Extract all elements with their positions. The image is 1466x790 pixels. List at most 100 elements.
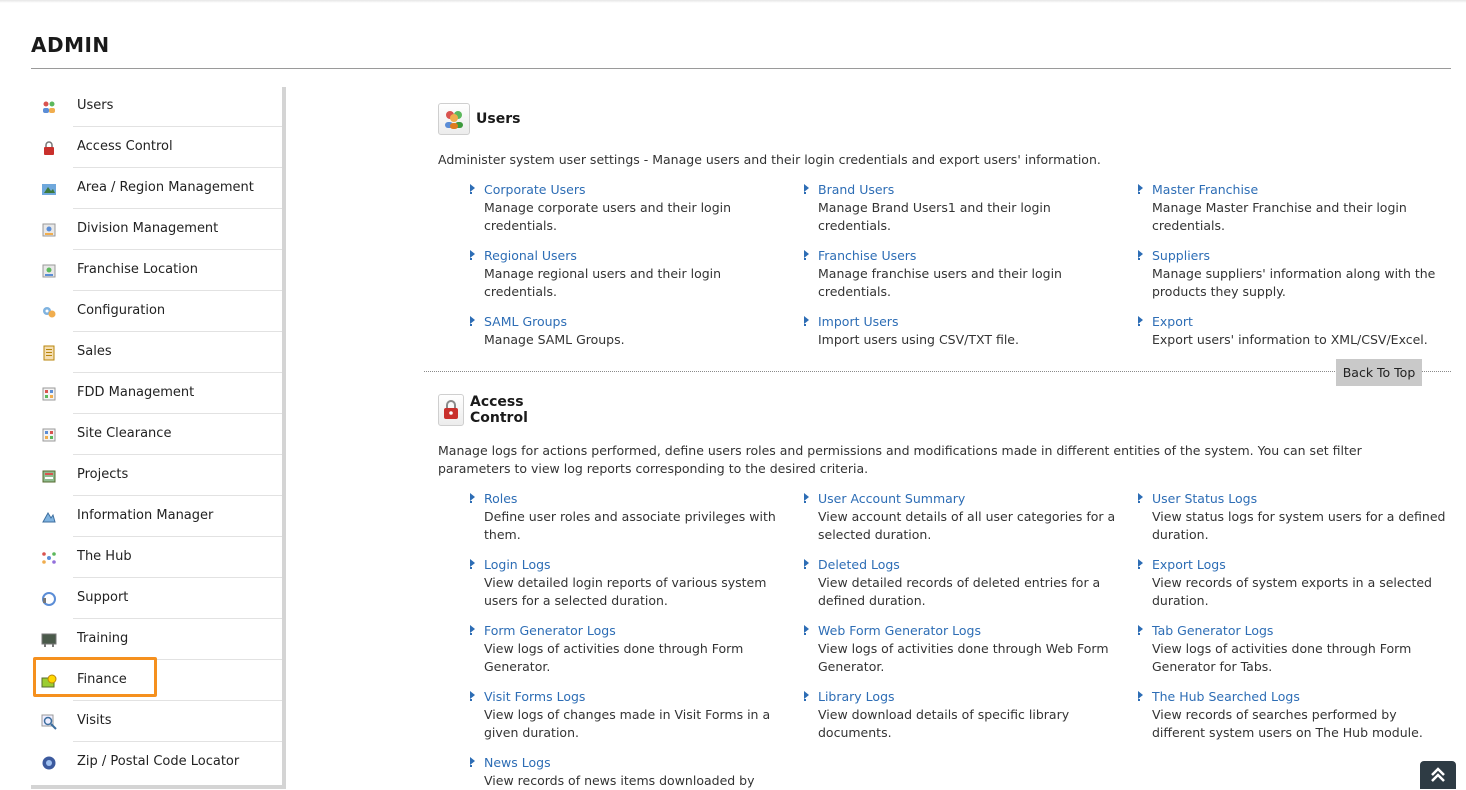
sidebar-item-sales[interactable]: Sales xyxy=(31,333,282,373)
sidebar-item-visits[interactable]: Visits xyxy=(31,702,282,742)
access-control-section-icon xyxy=(438,394,464,426)
export-link[interactable]: Export xyxy=(1152,313,1452,331)
divider xyxy=(73,454,282,455)
sidebar-item-label: Visits xyxy=(77,713,112,728)
news-logs-link[interactable]: News Logs xyxy=(484,754,784,772)
divider xyxy=(73,372,282,373)
sidebar-item-label: Division Management xyxy=(77,221,219,236)
suppliers-link[interactable]: Suppliers xyxy=(1152,247,1452,265)
divider xyxy=(73,126,282,127)
bullet-icon xyxy=(804,625,809,635)
scroll-to-top-button[interactable] xyxy=(1420,761,1456,789)
section-header: Access Control xyxy=(438,393,534,427)
bullet-icon xyxy=(804,559,809,569)
link-export: Export Export users' information to XML/… xyxy=(1138,313,1452,349)
sidebar-item-training[interactable]: Training xyxy=(31,620,282,660)
login-logs-link[interactable]: Login Logs xyxy=(484,556,784,574)
division-icon xyxy=(42,223,56,237)
sidebar-item-label: Training xyxy=(77,631,129,646)
saml-groups-link[interactable]: SAML Groups xyxy=(484,313,784,331)
tab-generator-logs-link[interactable]: Tab Generator Logs xyxy=(1152,622,1452,640)
link-web-form-generator-logs: Web Form Generator Logs View logs of act… xyxy=(804,622,1118,676)
sidebar-item-label: FDD Management xyxy=(77,385,195,400)
corporate-users-link[interactable]: Corporate Users xyxy=(484,181,784,199)
user-status-logs-link[interactable]: User Status Logs xyxy=(1152,490,1452,508)
sidebar-item-projects[interactable]: Projects xyxy=(31,456,282,496)
bullet-icon xyxy=(470,559,475,569)
sidebar-item-label: Area / Region Management xyxy=(77,180,254,195)
link-description: Manage corporate users and their login c… xyxy=(484,200,732,233)
sidebar-item-users[interactable]: Users xyxy=(31,87,282,127)
double-chevron-up-icon xyxy=(1431,767,1445,782)
sidebar-item-label: Users xyxy=(77,98,114,113)
link-description: View logs of activities done through For… xyxy=(1152,641,1412,674)
sidebar-item-zip-locator[interactable]: Zip / Postal Code Locator xyxy=(31,743,282,783)
library-logs-link[interactable]: Library Logs xyxy=(818,688,1118,706)
sales-icon xyxy=(43,345,55,361)
sidebar-item-the-hub[interactable]: The Hub xyxy=(31,538,282,578)
sidebar-bottom-border xyxy=(31,785,286,789)
sidebar-item-label: Sales xyxy=(77,344,112,359)
link-description: View records of system exports in a sele… xyxy=(1152,575,1432,608)
deleted-logs-link[interactable]: Deleted Logs xyxy=(818,556,1118,574)
link-description: View records of news items downloaded by xyxy=(484,773,755,788)
site-clearance-icon xyxy=(42,428,56,442)
training-icon xyxy=(41,633,57,647)
sidebar-item-fdd[interactable]: FDD Management xyxy=(31,374,282,414)
link-description: Manage suppliers' information along with… xyxy=(1152,266,1436,299)
bullet-icon xyxy=(470,493,475,503)
link-user-status-logs: User Status Logs View status logs for sy… xyxy=(1138,490,1452,544)
link-description: Export users' information to XML/CSV/Exc… xyxy=(1152,332,1428,347)
sidebar-item-site-clearance[interactable]: Site Clearance xyxy=(31,415,282,455)
sidebar-item-franchise-location[interactable]: Franchise Location xyxy=(31,251,282,291)
hub-icon xyxy=(42,552,56,564)
section-description: Manage logs for actions performed, defin… xyxy=(438,443,1362,476)
bullet-icon xyxy=(1138,691,1143,701)
sidebar-item-information-manager[interactable]: Information Manager xyxy=(31,497,282,537)
bullet-icon xyxy=(804,691,809,701)
sidebar-item-finance[interactable]: Finance xyxy=(31,661,282,701)
link-description: Manage Brand Users1 and their login cred… xyxy=(818,200,1051,233)
access-control-icon xyxy=(44,141,54,155)
sidebar-item-area-region[interactable]: Area / Region Management xyxy=(31,169,282,209)
users-section-icon xyxy=(438,103,470,135)
link-description: View logs of activities done through For… xyxy=(484,641,744,674)
import-users-link[interactable]: Import Users xyxy=(818,313,1118,331)
sidebar-item-support[interactable]: Support xyxy=(31,579,282,619)
link-library-logs: Library Logs View download details of sp… xyxy=(804,688,1118,742)
export-logs-link[interactable]: Export Logs xyxy=(1152,556,1452,574)
roles-link[interactable]: Roles xyxy=(484,490,784,508)
bullet-icon xyxy=(1138,493,1143,503)
divider xyxy=(73,167,282,168)
link-description: View detailed login reports of various s… xyxy=(484,575,767,608)
hub-searched-logs-link[interactable]: The Hub Searched Logs xyxy=(1152,688,1452,706)
master-franchise-link[interactable]: Master Franchise xyxy=(1152,181,1452,199)
configuration-icon xyxy=(43,307,56,318)
information-manager-icon xyxy=(42,512,56,523)
web-form-generator-logs-link[interactable]: Web Form Generator Logs xyxy=(818,622,1118,640)
link-deleted-logs: Deleted Logs View detailed records of de… xyxy=(804,556,1118,610)
sidebar-item-configuration[interactable]: Configuration xyxy=(31,292,282,332)
visit-forms-logs-link[interactable]: Visit Forms Logs xyxy=(484,688,784,706)
bullet-icon xyxy=(470,625,475,635)
form-generator-logs-link[interactable]: Form Generator Logs xyxy=(484,622,784,640)
divider xyxy=(73,331,282,332)
users-icon xyxy=(43,101,55,113)
divider xyxy=(73,249,282,250)
user-account-summary-link[interactable]: User Account Summary xyxy=(818,490,1118,508)
franchise-users-link[interactable]: Franchise Users xyxy=(818,247,1118,265)
divider xyxy=(73,741,282,742)
back-to-top-button[interactable]: Back To Top xyxy=(1336,359,1422,386)
link-description: View status logs for system users for a … xyxy=(1152,509,1446,542)
link-roles: Roles Define user roles and associate pr… xyxy=(470,490,784,544)
link-franchise-users: Franchise Users Manage franchise users a… xyxy=(804,247,1118,301)
divider xyxy=(73,290,282,291)
link-visit-forms-logs: Visit Forms Logs View logs of changes ma… xyxy=(470,688,784,742)
sidebar-item-division[interactable]: Division Management xyxy=(31,210,282,250)
brand-users-link[interactable]: Brand Users xyxy=(818,181,1118,199)
bullet-icon xyxy=(1138,316,1143,326)
bullet-icon xyxy=(1138,184,1143,194)
sidebar-item-access-control[interactable]: Access Control xyxy=(31,128,282,168)
regional-users-link[interactable]: Regional Users xyxy=(484,247,784,265)
bullet-icon xyxy=(470,184,475,194)
